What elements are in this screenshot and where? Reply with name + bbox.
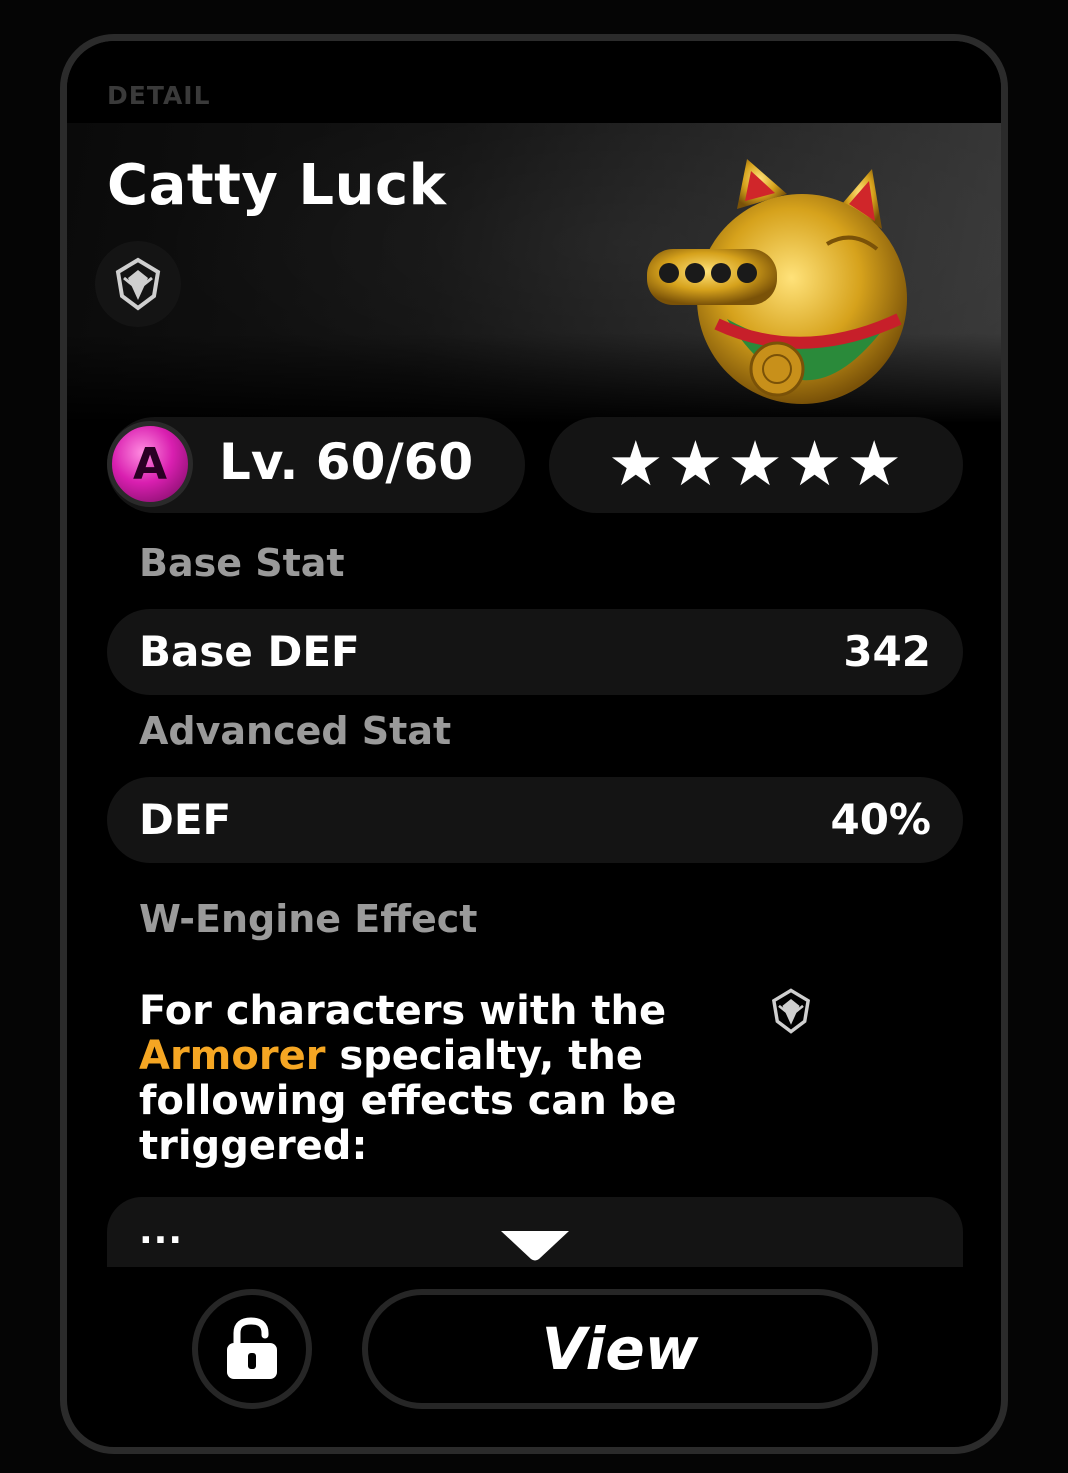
star-icon: ★ [667,427,726,500]
detail-card: DETAIL Catty Luck A Lv. 60/60 ★★★★★ Base… [60,34,1008,1454]
lock-button[interactable] [192,1289,312,1409]
more-ellipsis: ... [139,1211,184,1252]
stars: ★★★★★ [549,427,963,500]
star-icon: ★ [846,427,904,500]
star-icon: ★ [608,427,666,500]
base-stat-name: Base DEF [139,627,360,676]
star-icon: ★ [727,427,785,500]
advanced-stat-value: 40% [830,795,931,844]
advanced-stat-name: DEF [139,795,232,844]
effect-label: W-Engine Effect [139,897,478,941]
armorer-specialty-icon [771,988,811,1034]
rank-badge: A [107,421,193,507]
unlock-icon [227,1317,277,1379]
star-rating: ★★★★★ [549,417,963,513]
base-stat-row: Base DEF 342 [107,609,963,695]
specialty-badge[interactable] [95,241,181,327]
base-stat-value: 342 [843,627,931,676]
item-title: Catty Luck [107,153,447,218]
level-pill: A Lv. 60/60 [107,417,525,513]
effect-description: For characters with the Armorer specialt… [139,989,779,1169]
advanced-stat-row: DEF 40% [107,777,963,863]
view-button[interactable]: View [362,1289,878,1409]
armorer-specialty-icon [115,257,161,311]
advanced-stat-label: Advanced Stat [139,709,452,753]
effect-highlight: Armorer [139,1033,326,1079]
star-icon: ★ [786,427,845,500]
effect-text-before: For characters with the [139,988,667,1034]
chevron-down-icon[interactable] [499,1227,571,1263]
lucky-cat-artwork [647,159,907,404]
base-stat-label: Base Stat [139,541,345,585]
detail-label: DETAIL [107,81,211,110]
effect-more-panel[interactable]: ... [107,1197,963,1267]
level-text: Lv. 60/60 [219,433,474,491]
header-strip: DETAIL [67,41,1001,123]
